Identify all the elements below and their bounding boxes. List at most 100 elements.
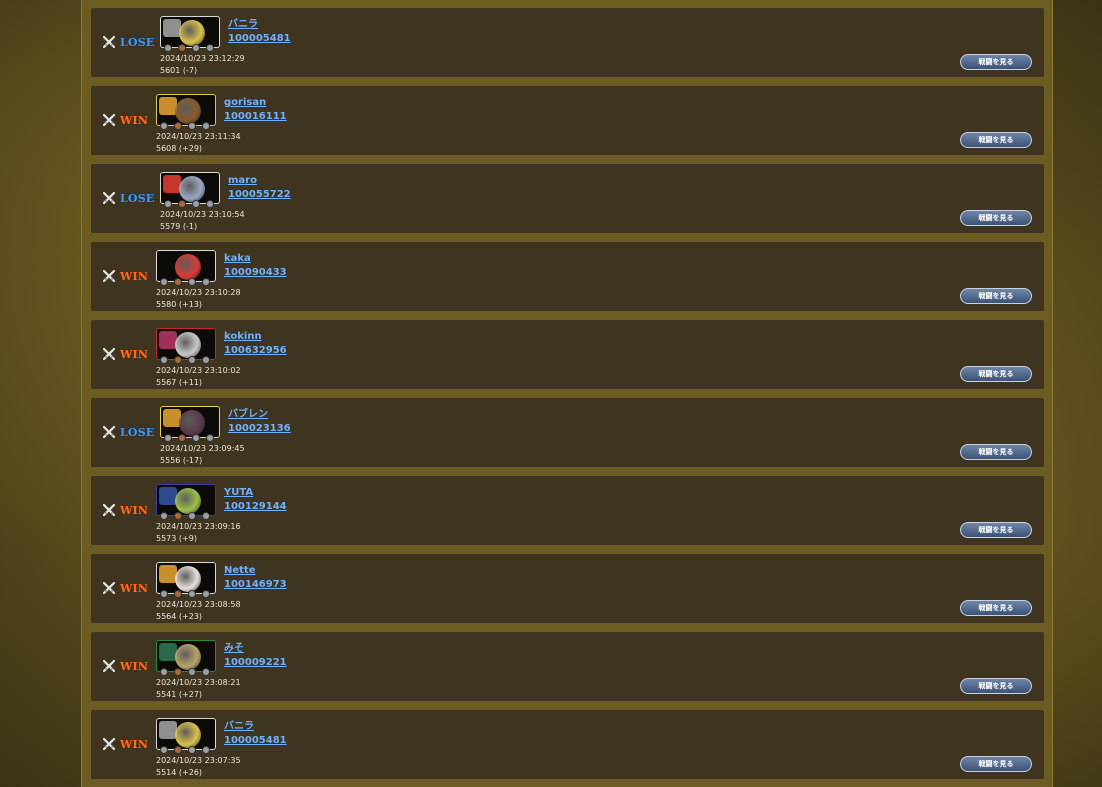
opponent-name-link[interactable]: kokinn	[224, 331, 262, 343]
equipment-medal-icon	[174, 356, 182, 364]
view-battle-button[interactable]: 戦闘を見る	[960, 54, 1032, 70]
opponent-id-link[interactable]: 100023136	[228, 423, 291, 435]
result-label: WIN	[120, 737, 149, 751]
opponent-name-link[interactable]: バブレン	[228, 409, 268, 421]
opponent-name-link[interactable]: バニラ	[224, 721, 254, 733]
view-battle-button[interactable]: 戦闘を見る	[960, 132, 1032, 148]
equipment-medal-icon	[206, 434, 214, 442]
match-row: WIN YUTA 100129144 2024/10/23 23:09:16 5573 …	[91, 476, 1044, 545]
opponent-id-link[interactable]: 100146973	[224, 579, 287, 591]
opponent-name-link[interactable]: YUTA	[224, 487, 253, 499]
crossed-swords-icon	[102, 113, 116, 127]
opponent-team-thumbnail[interactable]	[160, 172, 220, 208]
equipment-medal-icon	[178, 200, 186, 208]
equipment-medal-icon	[202, 512, 210, 520]
crossed-swords-icon	[102, 269, 116, 283]
leader-character-icon	[175, 488, 201, 514]
rating-change: 5580 (+13)	[156, 300, 203, 309]
equipment-medal-icon	[202, 668, 210, 676]
opponent-id-link[interactable]: 100005481	[228, 33, 291, 45]
battle-datetime: 2024/10/23 23:07:35	[156, 756, 241, 765]
equipment-medals	[164, 200, 220, 208]
opponent-team-thumbnail[interactable]	[156, 328, 216, 364]
view-battle-button[interactable]: 戦闘を見る	[960, 522, 1032, 538]
lose-badge: LOSE	[102, 191, 154, 205]
view-battle-button[interactable]: 戦闘を見る	[960, 210, 1032, 226]
match-row: LOSE バニラ 100005481 2024/10/23 23:12:29 5601 …	[91, 8, 1044, 77]
equipment-medal-icon	[160, 512, 168, 520]
view-battle-button[interactable]: 戦闘を見る	[960, 366, 1032, 382]
result-label: WIN	[120, 503, 149, 517]
opponent-team-thumbnail[interactable]	[156, 250, 216, 286]
opponent-team-thumbnail[interactable]	[156, 94, 216, 130]
equipment-medal-icon	[188, 122, 196, 130]
opponent-id-link[interactable]: 100055722	[228, 189, 291, 201]
rating-change: 5556 (-17)	[160, 456, 203, 465]
rating-change: 5579 (-1)	[160, 222, 198, 231]
opponent-id-link[interactable]: 100632956	[224, 345, 287, 357]
view-battle-button[interactable]: 戦闘を見る	[960, 756, 1032, 772]
opponent-team-thumbnail[interactable]	[156, 640, 216, 676]
opponent-name-link[interactable]: maro	[228, 175, 257, 187]
equipment-medal-icon	[164, 434, 172, 442]
battle-datetime: 2024/10/23 23:08:58	[156, 600, 241, 609]
battle-datetime: 2024/10/23 23:10:02	[156, 366, 241, 375]
result-label: LOSE	[120, 35, 155, 49]
opponent-name-link[interactable]: gorisan	[224, 97, 266, 109]
equipment-medal-icon	[206, 200, 214, 208]
view-battle-button[interactable]: 戦闘を見る	[960, 444, 1032, 460]
opponent-team-thumbnail[interactable]	[160, 16, 220, 52]
opponent-team-thumbnail[interactable]	[156, 484, 216, 520]
equipment-medal-icon	[188, 278, 196, 286]
match-row: LOSE バブレン 100023136 2024/10/23 23:09:45 5556…	[91, 398, 1044, 467]
match-row: WIN kaka 100090433 2024/10/23 23:10:28 5580 …	[91, 242, 1044, 311]
equipment-medal-icon	[202, 590, 210, 598]
opponent-id-link[interactable]: 100016111	[224, 111, 287, 123]
win-badge: WIN	[102, 737, 148, 751]
result-label: WIN	[120, 269, 149, 283]
opponent-id-link[interactable]: 100090433	[224, 267, 287, 279]
win-badge: WIN	[102, 269, 148, 283]
equipment-medal-icon	[192, 200, 200, 208]
leader-character-icon	[175, 254, 201, 280]
match-row: WIN kokinn 100632956 2024/10/23 23:10:02 556…	[91, 320, 1044, 389]
battle-datetime: 2024/10/23 23:08:21	[156, 678, 241, 687]
win-badge: WIN	[102, 581, 148, 595]
result-label: WIN	[120, 347, 149, 361]
match-row: WIN gorisan 100016111 2024/10/23 23:11:34 56…	[91, 86, 1044, 155]
equipment-medal-icon	[192, 434, 200, 442]
battle-datetime: 2024/10/23 23:12:29	[160, 54, 245, 63]
view-battle-button[interactable]: 戦闘を見る	[960, 678, 1032, 694]
rating-change: 5601 (-7)	[160, 66, 198, 75]
battle-datetime: 2024/10/23 23:11:34	[156, 132, 241, 141]
lose-badge: LOSE	[102, 425, 154, 439]
opponent-name-link[interactable]: kaka	[224, 253, 251, 265]
opponent-name-link[interactable]: バニラ	[228, 19, 258, 31]
equipment-medal-icon	[160, 356, 168, 364]
equipment-medal-icon	[178, 44, 186, 52]
opponent-team-thumbnail[interactable]	[160, 406, 220, 442]
equipment-medal-icon	[160, 590, 168, 598]
leader-character-icon	[179, 20, 205, 46]
opponent-name-link[interactable]: Nette	[224, 565, 256, 577]
rating-change: 5608 (+29)	[156, 144, 203, 153]
rating-change: 5564 (+23)	[156, 612, 203, 621]
opponent-id-link[interactable]: 100129144	[224, 501, 287, 513]
opponent-id-link[interactable]: 100005481	[224, 735, 287, 747]
equipment-medal-icon	[202, 122, 210, 130]
equipment-medal-icon	[174, 746, 182, 754]
result-label: LOSE	[120, 191, 155, 205]
view-battle-button[interactable]: 戦闘を見る	[960, 288, 1032, 304]
equipment-medal-icon	[188, 512, 196, 520]
equipment-medals	[160, 668, 216, 676]
view-battle-button[interactable]: 戦闘を見る	[960, 600, 1032, 616]
equipment-medals	[160, 122, 216, 130]
equipment-medal-icon	[202, 278, 210, 286]
opponent-team-thumbnail[interactable]	[156, 718, 216, 754]
win-badge: WIN	[102, 347, 148, 361]
opponent-id-link[interactable]: 100009221	[224, 657, 287, 669]
equipment-medal-icon	[174, 590, 182, 598]
opponent-team-thumbnail[interactable]	[156, 562, 216, 598]
result-label: WIN	[120, 113, 149, 127]
opponent-name-link[interactable]: みそ	[224, 643, 244, 655]
